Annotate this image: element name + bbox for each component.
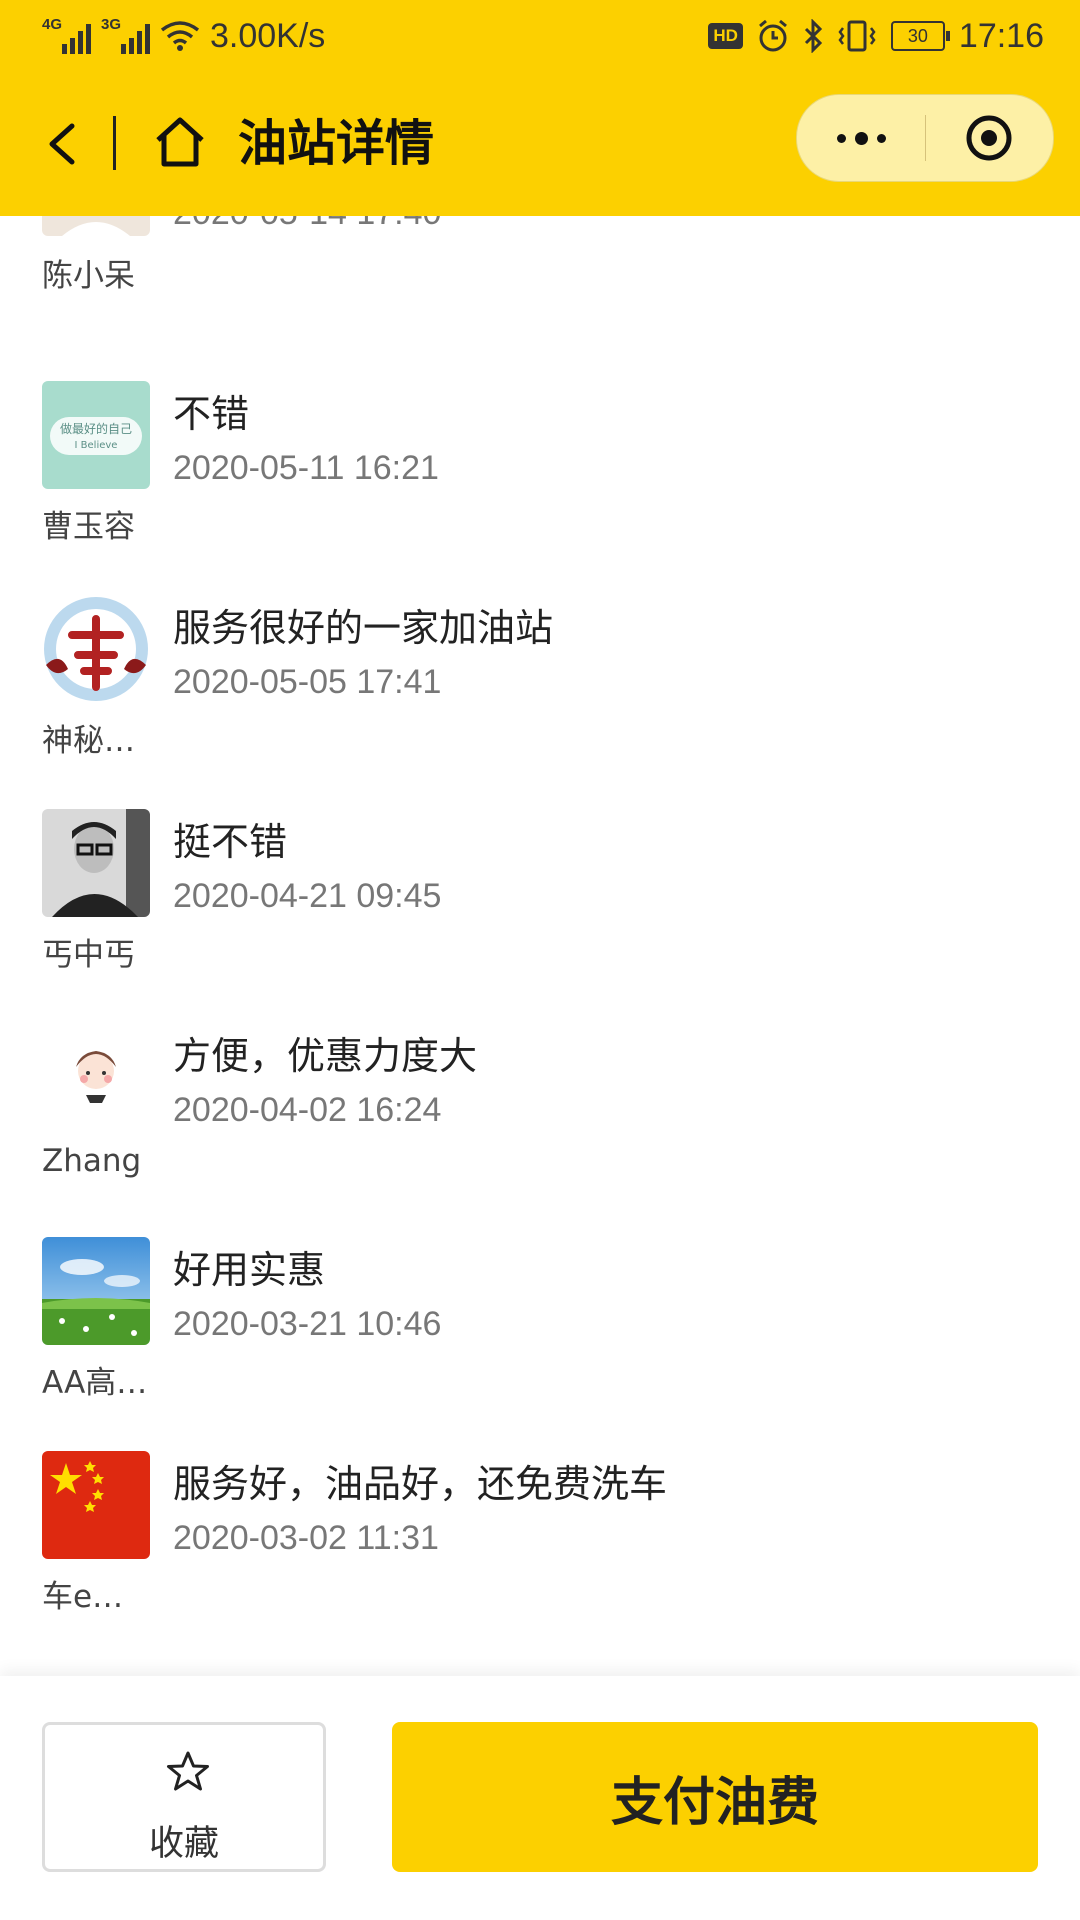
clock: 17:16 <box>958 16 1044 55</box>
home-icon <box>156 117 204 167</box>
review-content: 不错 <box>173 392 250 436</box>
review-time: 2020-04-02 16:24 <box>173 1091 442 1129</box>
review-list[interactable]: 2020-05-14 17:40 陈小呆 做最好的自己 I Believe 不错… <box>0 216 1080 1676</box>
home-button[interactable] <box>150 110 210 176</box>
review-item: 好用实惠 2020-03-21 10:46 AA高… <box>0 1237 1080 1437</box>
user-avatar[interactable] <box>42 809 150 917</box>
user-avatar[interactable] <box>42 1451 150 1559</box>
hd-badge: HD <box>708 23 743 49</box>
user-name: Zhang <box>42 1143 142 1179</box>
review-item: 方便，优惠力度大 2020-04-02 16:24 Zhang <box>0 1023 1080 1223</box>
status-bar: 4G 3G 3.00K/s HD 30 17:16 <box>0 0 1080 72</box>
user-avatar[interactable] <box>42 216 150 236</box>
more-dots-icon <box>836 131 886 145</box>
battery-icon: 30 <box>890 21 950 51</box>
status-right: HD 30 17:16 <box>708 14 1044 58</box>
user-name: 车e… <box>42 1579 124 1615</box>
alarm-icon <box>758 19 787 52</box>
review-content: 服务好，油品好，还免费洗车 <box>173 1462 668 1506</box>
bottom-action-bar: 收藏 支付油费 <box>0 1676 1080 1920</box>
chevron-left-icon <box>49 123 75 165</box>
user-avatar[interactable]: 做最好的自己 I Believe <box>42 381 150 489</box>
network-speed: 3.00K/s <box>210 16 326 55</box>
review-item: 2020-05-14 17:40 陈小呆 <box>0 216 1080 356</box>
nav-divider <box>113 116 116 170</box>
pay-fuel-button[interactable]: 支付油费 <box>392 1722 1038 1872</box>
user-name: 丐中丐 <box>42 937 135 973</box>
review-time: 2020-04-21 09:45 <box>173 877 442 915</box>
review-content: 好用实惠 <box>173 1248 326 1292</box>
vibrate-icon <box>838 20 876 52</box>
status-left: 4G 3G 3.00K/s <box>42 14 325 58</box>
review-time: 2020-03-21 10:46 <box>173 1305 442 1343</box>
avatar-text-2: I Believe <box>75 440 118 451</box>
page-title: 油站详情 <box>238 115 435 172</box>
review-item: 服务很好的一家加油站 2020-05-05 17:41 神秘… <box>0 595 1080 795</box>
avatar-text-1: 做最好的自己 <box>60 421 132 436</box>
signal-3g-icon: 3G <box>101 16 150 54</box>
review-item: 服务好，油品好，还免费洗车 2020-03-02 11:31 车e… <box>0 1451 1080 1651</box>
review-content: 服务很好的一家加油站 <box>173 606 554 650</box>
user-name: 曹玉容 <box>42 509 135 545</box>
favorite-button[interactable]: 收藏 <box>42 1722 326 1872</box>
mini-program-capsule <box>796 94 1054 182</box>
back-button[interactable] <box>40 110 90 176</box>
review-time: 2020-05-11 16:21 <box>173 449 439 487</box>
review-time: 2020-05-05 17:41 <box>173 663 442 701</box>
user-name: 神秘… <box>42 723 135 759</box>
review-item: 做最好的自己 I Believe 不错 2020-05-11 16:21 曹玉容 <box>0 381 1080 581</box>
favorite-label: 收藏 <box>148 1824 219 1864</box>
review-content: 挺不错 <box>173 820 288 864</box>
user-name: 陈小呆 <box>42 258 135 294</box>
user-avatar[interactable] <box>42 1023 150 1131</box>
nav-bar: 油站详情 <box>0 72 1080 216</box>
bluetooth-icon <box>804 19 823 53</box>
review-item: 挺不错 2020-04-21 09:45 丐中丐 <box>0 809 1080 1009</box>
review-time: 2020-05-14 17:40 <box>173 216 441 233</box>
review-content: 方便，优惠力度大 <box>173 1034 478 1078</box>
user-name: AA高… <box>42 1365 148 1401</box>
close-program-button[interactable] <box>925 95 1053 181</box>
user-avatar[interactable] <box>42 595 150 703</box>
review-time: 2020-03-02 11:31 <box>173 1519 439 1557</box>
signal-4g-icon: 4G <box>42 16 91 54</box>
user-avatar[interactable] <box>42 1237 150 1345</box>
wifi-icon <box>160 21 200 51</box>
target-close-icon <box>966 115 1012 161</box>
network-type-1: 4G <box>42 16 63 33</box>
network-type-2: 3G <box>101 16 122 33</box>
star-icon <box>167 1751 209 1791</box>
more-button[interactable] <box>797 95 925 181</box>
